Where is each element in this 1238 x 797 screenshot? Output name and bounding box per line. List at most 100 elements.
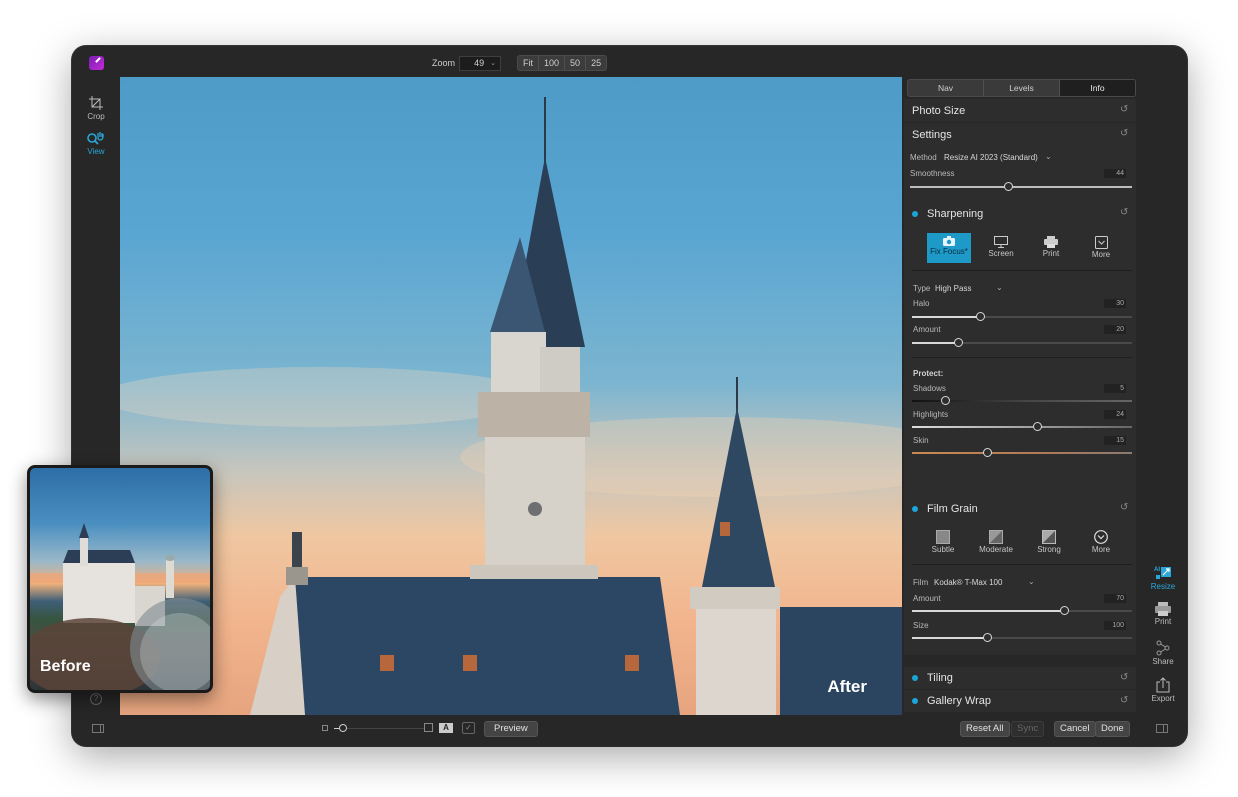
tool-crop[interactable]: Crop <box>84 96 108 121</box>
highlights-value[interactable]: 24 <box>1104 410 1126 419</box>
app-window: Zoom 49 ⌄ Fit 100 50 25 Crop View ? Afte… <box>72 46 1187 746</box>
preset-strong-label: Strong <box>1037 545 1061 554</box>
preset-strong[interactable]: Strong <box>1027 527 1071 557</box>
slider-fill <box>912 316 981 318</box>
reset-icon[interactable]: ↺ <box>1120 105 1130 115</box>
chevron-down-icon[interactable]: ⌄ <box>1045 152 1052 161</box>
section-settings-header[interactable]: Settings ↺ <box>904 123 1136 146</box>
rail-resize[interactable]: AI Resize <box>1150 565 1176 591</box>
zoom-select[interactable]: 49 ⌄ <box>459 55 502 71</box>
slider-knob[interactable] <box>339 724 347 732</box>
zoom-preset-100[interactable]: 100 <box>539 56 566 70</box>
grain-amount-slider[interactable] <box>912 606 1132 615</box>
section-film-grain-title: Film Grain <box>927 502 978 515</box>
amount-value[interactable]: 20 <box>1104 325 1126 334</box>
smoothness-value[interactable]: 44 <box>1104 169 1126 178</box>
cancel-button[interactable]: Cancel <box>1054 721 1096 737</box>
rail-print[interactable]: Print <box>1150 602 1176 626</box>
reset-icon[interactable]: ↺ <box>1120 129 1130 139</box>
toggle-left-panel-icon[interactable] <box>92 724 104 733</box>
section-photo-size-header[interactable]: Photo Size ↺ <box>904 99 1136 122</box>
tool-view-label: View <box>87 147 105 156</box>
slider-knob[interactable] <box>1033 422 1043 431</box>
grain-size-value[interactable]: 100 <box>1104 621 1126 630</box>
text-overlay-icon[interactable]: A <box>439 723 453 733</box>
zoom-value: 49 <box>474 58 485 68</box>
rail-share[interactable]: Share <box>1150 640 1176 666</box>
slider-fill <box>912 342 959 344</box>
amount-slider[interactable] <box>912 338 1132 347</box>
checkmark-toggle-icon[interactable]: ✓ <box>462 722 475 734</box>
preset-moderate[interactable]: Moderate <box>974 527 1018 557</box>
section-gallery-wrap-header[interactable]: Gallery Wrap ↺ <box>904 690 1136 712</box>
chevron-down-icon[interactable]: ⌄ <box>996 283 1003 292</box>
slider-knob[interactable] <box>982 448 992 457</box>
section-enabled-dot[interactable] <box>912 675 918 681</box>
skin-value[interactable]: 15 <box>1104 436 1126 445</box>
main-photo-after[interactable]: After <box>120 77 902 715</box>
section-enabled-dot[interactable] <box>912 210 918 217</box>
slider-knob[interactable] <box>941 396 950 405</box>
svg-text:AI: AI <box>1154 567 1160 573</box>
tab-levels[interactable]: Levels <box>984 80 1060 96</box>
reset-all-button[interactable]: Reset All <box>960 721 1010 737</box>
preset-more[interactable]: More <box>1079 527 1123 557</box>
skin-slider[interactable] <box>912 448 1132 457</box>
reset-icon[interactable]: ↺ <box>1120 696 1130 706</box>
shadows-slider[interactable] <box>912 396 1132 405</box>
type-select[interactable]: High Pass <box>935 284 971 293</box>
film-select[interactable]: Kodak® T-Max 100 <box>934 578 1002 587</box>
section-film-grain-header[interactable]: Film Grain ↺ <box>904 497 1136 520</box>
done-button[interactable]: Done <box>1095 721 1130 737</box>
help-icon[interactable]: ? <box>90 693 102 705</box>
zoom-preset-fit[interactable]: Fit <box>518 56 540 70</box>
reset-icon[interactable]: ↺ <box>1120 673 1130 683</box>
slider-knob[interactable] <box>982 633 992 642</box>
thumbnail-size-slider[interactable] <box>334 724 424 732</box>
halo-value[interactable]: 30 <box>1104 299 1126 308</box>
skin-label: Skin <box>913 436 929 445</box>
preset-fix-focus[interactable]: Fix Focus* <box>927 233 971 263</box>
grain-subtle-icon <box>936 530 950 544</box>
slider-knob[interactable] <box>954 338 964 347</box>
shadows-label: Shadows <box>913 384 946 393</box>
slider-knob[interactable] <box>1059 606 1069 615</box>
section-gallery-wrap[interactable]: Gallery Wrap ↺ <box>904 690 1136 712</box>
grain-size-slider[interactable] <box>912 633 1132 642</box>
section-photo-size[interactable]: Photo Size ↺ <box>904 99 1136 122</box>
tab-nav[interactable]: Nav <box>908 80 984 96</box>
thumb-large-icon[interactable] <box>424 723 433 732</box>
section-sharpening-header[interactable]: Sharpening ↺ <box>904 202 1136 225</box>
rail-export[interactable]: Export <box>1150 677 1176 703</box>
slider-knob[interactable] <box>1003 182 1013 191</box>
preset-screen[interactable]: Screen <box>979 233 1023 263</box>
zoom-preset-25[interactable]: 25 <box>586 56 606 70</box>
tab-info[interactable]: Info <box>1060 80 1135 96</box>
smoothness-slider[interactable] <box>910 182 1132 191</box>
thumb-small-icon[interactable] <box>322 725 328 731</box>
preset-more[interactable]: More <box>1079 233 1123 263</box>
section-tiling-header[interactable]: Tiling ↺ <box>904 667 1136 689</box>
halo-slider[interactable] <box>912 312 1132 321</box>
rail-share-label: Share <box>1152 657 1174 666</box>
section-gallery-wrap-title: Gallery Wrap <box>927 695 991 707</box>
slider-knob[interactable] <box>976 312 986 321</box>
chevron-down-icon[interactable]: ⌄ <box>1028 577 1035 586</box>
tool-view[interactable]: View <box>84 131 108 156</box>
preset-moderate-label: Moderate <box>979 545 1013 554</box>
reset-icon[interactable]: ↺ <box>1120 208 1130 218</box>
section-tiling[interactable]: Tiling ↺ <box>904 667 1136 689</box>
preset-subtle[interactable]: Subtle <box>921 527 965 557</box>
toggle-right-panel-icon[interactable] <box>1156 724 1168 733</box>
section-enabled-dot[interactable] <box>912 505 918 512</box>
preview-button[interactable]: Preview <box>484 721 538 737</box>
sync-button[interactable]: Sync <box>1011 721 1045 737</box>
grain-amount-value[interactable]: 70 <box>1104 594 1126 603</box>
shadows-value[interactable]: 5 <box>1104 384 1126 393</box>
zoom-preset-50[interactable]: 50 <box>565 56 587 70</box>
preset-print[interactable]: Print <box>1029 233 1073 263</box>
method-select[interactable]: Resize AI 2023 (Standard) <box>944 153 1038 162</box>
section-enabled-dot[interactable] <box>912 698 918 704</box>
highlights-slider[interactable] <box>912 422 1132 431</box>
reset-icon[interactable]: ↺ <box>1120 503 1130 513</box>
